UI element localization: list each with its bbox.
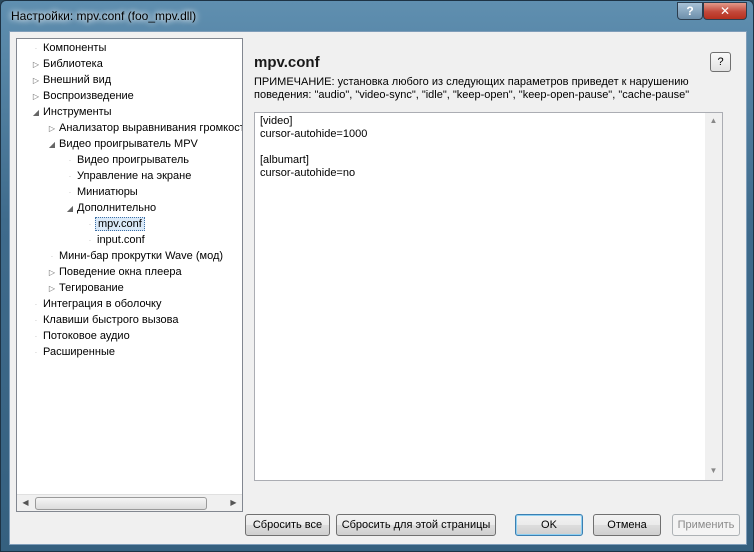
note-line: поведения: "audio", "video-sync", "idle"… — [254, 89, 690, 101]
tree-item[interactable]: ▷ Анализатор выравнивания громкости — [47, 121, 243, 137]
tree-item-label: Библиотека — [43, 58, 103, 70]
scroll-left-icon[interactable]: ◀ — [17, 495, 34, 511]
tree-item-label: Внешний вид — [43, 74, 112, 86]
tree-connector: · — [68, 172, 72, 181]
tree-item-label: Компоненты — [43, 42, 107, 54]
tree-connector: · — [88, 236, 92, 245]
expand-icon[interactable]: ▷ — [47, 281, 57, 296]
tree-connector: · — [34, 300, 38, 309]
tree-connector: · — [34, 332, 38, 341]
tree-item[interactable]: ▷ Воспроизведение — [31, 89, 136, 105]
tree-item-label: Дополнительно — [77, 202, 157, 214]
collapse-icon[interactable]: ◢ — [65, 201, 75, 216]
tree-item[interactable]: ▷ Поведение окна плеера — [47, 265, 184, 281]
tree-item[interactable]: ◢ Дополнительно — [65, 201, 158, 217]
close-icon: ✕ — [719, 4, 731, 18]
scroll-down-icon[interactable]: ▼ — [705, 463, 722, 480]
reset-page-button[interactable]: Сбросить для этой страницы — [336, 514, 496, 536]
tree-item-label: Управление на экране — [77, 170, 192, 182]
tree-horizontal-scrollbar[interactable]: ◀ ▶ — [17, 494, 242, 511]
tree-connector: · — [68, 188, 72, 197]
page-help-button[interactable]: ? — [710, 52, 731, 72]
config-editor[interactable]: [video] cursor-autohide=1000 [albumart] … — [254, 112, 723, 481]
scroll-right-icon[interactable]: ▶ — [225, 495, 242, 511]
reset-all-button[interactable]: Сбросить все — [245, 514, 330, 536]
tree-item[interactable]: · Расширенные — [31, 345, 117, 361]
tree-item-label: Воспроизведение — [43, 90, 134, 102]
expand-icon[interactable]: ▷ — [47, 265, 57, 280]
tree-item[interactable]: ◢ Инструменты — [31, 105, 114, 121]
tree-item-label: Инструменты — [43, 106, 112, 118]
title-bar[interactable]: Настройки: mpv.conf (foo_mpv.dll) ? ✕ — [1, 1, 753, 31]
tree-item-label: Видео проигрыватель — [77, 154, 189, 166]
config-text[interactable]: [video] cursor-autohide=1000 [albumart] … — [260, 115, 367, 180]
tree-item-label: Клавиши быстрого вызова — [43, 314, 179, 326]
note-line: ПРИМЕЧАНИЕ: установка любого из следующи… — [254, 76, 689, 88]
scroll-up-icon[interactable]: ▲ — [705, 113, 722, 130]
scrollbar-thumb[interactable] — [35, 497, 207, 510]
tree-item-label: Тегирование — [59, 282, 124, 294]
tree-item-label: Мини-бар прокрутки Wave (мод) — [59, 250, 224, 262]
collapse-icon[interactable]: ◢ — [31, 105, 41, 120]
apply-button[interactable]: Применить — [672, 514, 740, 536]
expand-icon[interactable]: ▷ — [47, 121, 57, 136]
tree-connector: · — [88, 220, 92, 229]
preferences-window: Настройки: mpv.conf (foo_mpv.dll) ? ✕ · К… — [0, 0, 754, 552]
tree-item[interactable]: ▷ Библиотека — [31, 57, 105, 73]
tree-item[interactable]: · mpv.conf — [85, 217, 145, 233]
tree-item[interactable]: · Потоковое аудио — [31, 329, 132, 345]
tree-connector: · — [34, 44, 38, 53]
cancel-button[interactable]: Отмена — [593, 514, 661, 536]
tree-item-label: Видео проигрыватель MPV — [59, 138, 198, 150]
collapse-icon[interactable]: ◢ — [47, 137, 57, 152]
tree-item[interactable]: · Управление на экране — [65, 169, 193, 185]
tree-item[interactable]: · Видео проигрыватель — [65, 153, 191, 169]
tree-item[interactable]: · Мини-бар прокрутки Wave (мод) — [47, 249, 225, 265]
tree-item-label: input.conf — [97, 234, 145, 246]
preferences-tree[interactable]: · Компоненты ▷ Библиотека ▷ Внешний вид ▷ Воспр… — [16, 38, 243, 512]
tree-item[interactable]: · Клавиши быстрого вызова — [31, 313, 181, 329]
tree-connector: · — [68, 156, 72, 165]
expand-icon[interactable]: ▷ — [31, 57, 41, 72]
close-button[interactable]: ✕ — [703, 2, 747, 20]
tree-item[interactable]: ◢ Видео проигрыватель MPV — [47, 137, 200, 153]
tree-item-label: mpv.conf — [95, 217, 145, 231]
ok-button[interactable]: OK — [515, 514, 583, 536]
tree-item[interactable]: · Компоненты — [31, 41, 108, 57]
tree-item-label: Расширенные — [43, 346, 115, 358]
expand-icon[interactable]: ▷ — [31, 89, 41, 104]
tree-item[interactable]: · Интеграция в оболочку — [31, 297, 164, 313]
dialog-client-area: · Компоненты ▷ Библиотека ▷ Внешний вид ▷ Воспр… — [9, 31, 747, 545]
page-note: ПРИМЕЧАНИЕ: установка любого из следующи… — [254, 76, 714, 102]
tree-item-label: Интеграция в оболочку — [43, 298, 162, 310]
tree-item-label: Анализатор выравнивания громкости — [59, 122, 243, 134]
page-title: mpv.conf — [254, 54, 320, 71]
tree-connector: · — [34, 316, 38, 325]
tree-item-label: Потоковое аудио — [43, 330, 130, 342]
tree-connector: · — [34, 348, 38, 357]
tree-item-label: Миниатюры — [77, 186, 138, 198]
tree-item[interactable]: · input.conf — [85, 233, 147, 249]
tree-item[interactable]: ▷ Внешний вид — [31, 73, 113, 89]
tree-item-label: Поведение окна плеера — [59, 266, 182, 278]
expand-icon[interactable]: ▷ — [31, 73, 41, 88]
window-title: Настройки: mpv.conf (foo_mpv.dll) — [11, 9, 197, 23]
tree-connector: · — [50, 252, 54, 261]
tree-item[interactable]: · Миниатюры — [65, 185, 140, 201]
editor-vertical-scrollbar[interactable]: ▲ ▼ — [705, 113, 722, 480]
tree-item[interactable]: ▷ Тегирование — [47, 281, 126, 297]
title-help-button[interactable]: ? — [677, 2, 703, 20]
